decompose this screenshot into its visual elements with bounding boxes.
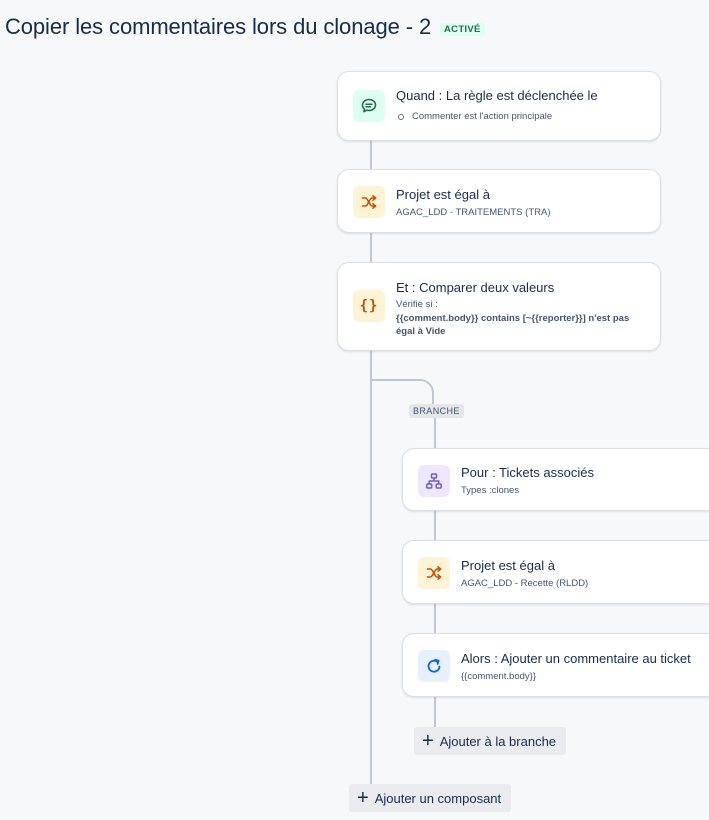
action-detail: {{comment.body}} xyxy=(461,671,536,682)
action-card[interactable]: Alors : Ajouter un commentaire au ticket… xyxy=(402,633,709,697)
plus-icon: + xyxy=(422,730,434,752)
shuffle-icon xyxy=(353,186,385,218)
connector-line xyxy=(370,139,372,789)
project-condition-title: Projet est égal à xyxy=(396,187,490,202)
branch-project-card[interactable]: Projet est égal à AGAC_LDD - Recette (RL… xyxy=(402,540,709,604)
bullet-icon xyxy=(398,114,404,120)
trigger-title: Quand : La règle est déclenchée le xyxy=(396,88,598,103)
compare-expression-line1: {{comment.body}} contains [~{{reporter}}… xyxy=(396,313,630,324)
add-to-branch-button[interactable]: + Ajouter à la branche xyxy=(414,727,567,755)
compare-condition-title: Et : Comparer deux valeurs xyxy=(396,280,555,295)
add-component-button[interactable]: + Ajouter un composant xyxy=(349,784,512,812)
compare-expression-line2: égal à Vide xyxy=(396,326,446,337)
hierarchy-icon xyxy=(418,465,450,497)
action-title: Alors : Ajouter un commentaire au ticket xyxy=(461,651,691,666)
add-component-label: Ajouter un composant xyxy=(374,790,502,806)
shuffle-icon xyxy=(418,557,450,589)
refresh-icon xyxy=(418,650,450,682)
project-condition-detail: AGAC_LDD - TRAITEMENTS (TRA) xyxy=(396,207,551,218)
braces-icon: {} xyxy=(353,290,385,322)
for-each-detail: Types :clones xyxy=(461,485,520,496)
branch-project-title: Projet est égal à xyxy=(461,558,555,573)
branch-project-detail: AGAC_LDD - Recette (RLDD) xyxy=(461,578,589,589)
project-condition-card[interactable]: Projet est égal à AGAC_LDD - TRAITEMENTS… xyxy=(337,169,661,233)
compare-verify-label: Vérifie si : xyxy=(396,299,438,310)
for-each-card[interactable]: Pour : Tickets associés Types :clones xyxy=(402,448,709,511)
for-each-title: Pour : Tickets associés xyxy=(461,465,594,480)
status-badge: ACTIVÉ xyxy=(440,23,485,36)
branch-label: BRANCHE xyxy=(409,404,464,418)
compare-condition-card[interactable]: {} Et : Comparer deux valeurs Vérifie si… xyxy=(337,262,661,351)
trigger-card[interactable]: Quand : La règle est déclenchée le Comme… xyxy=(337,71,661,141)
plus-icon: + xyxy=(357,787,369,809)
comment-icon xyxy=(353,90,385,122)
page-title: Copier les commentaires lors du clonage … xyxy=(5,14,432,39)
add-to-branch-label: Ajouter à la branche xyxy=(439,733,557,749)
trigger-detail: Commenter est l'action principale xyxy=(412,111,553,122)
